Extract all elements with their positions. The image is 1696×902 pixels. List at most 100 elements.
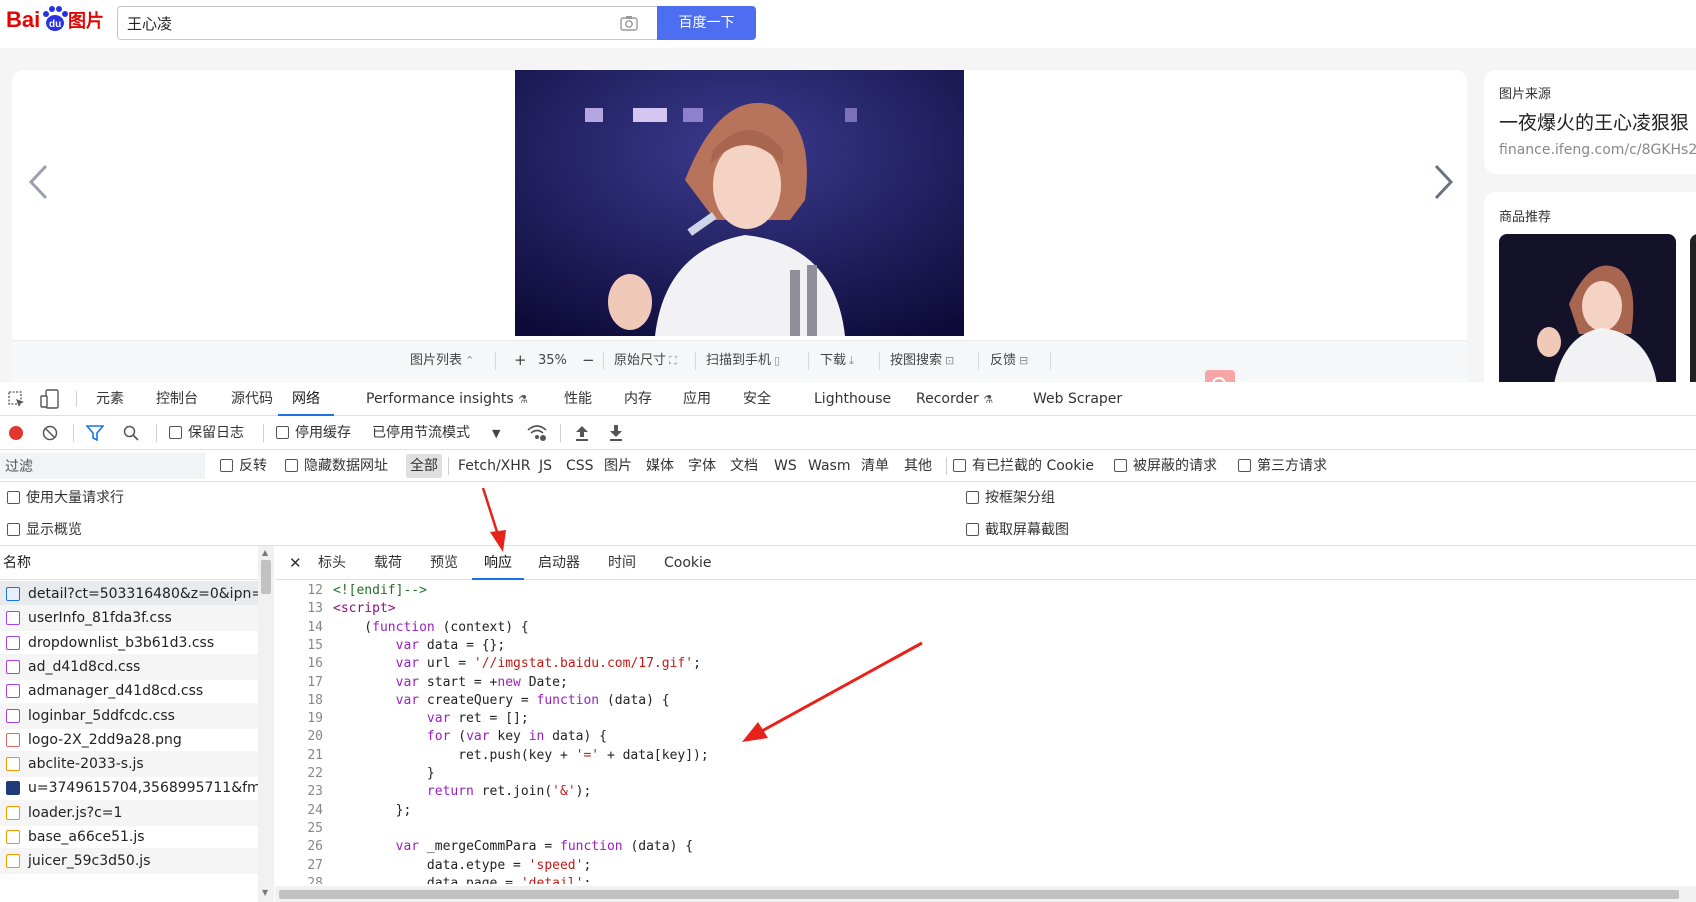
request-row[interactable]: userInfo_81fda3f.css	[0, 605, 258, 632]
checkbox[interactable]	[7, 523, 20, 536]
close-icon[interactable]: ✕	[289, 546, 302, 580]
checkbox[interactable]	[966, 491, 979, 504]
name-column-header[interactable]: 名称	[0, 546, 258, 580]
checkbox[interactable]	[953, 459, 966, 472]
scroll-up-icon[interactable]: ▲	[262, 548, 268, 557]
tab-lighthouse[interactable]: Lighthouse	[814, 382, 891, 416]
clear-icon[interactable]	[42, 425, 58, 441]
type-filter-js[interactable]: JS	[539, 450, 552, 482]
tab-preview[interactable]: 预览	[430, 546, 458, 580]
baidu-logo[interactable]: Bai du 图片	[6, 2, 110, 36]
source-url-link[interactable]: finance.ifeng.com/c/8GKHs29xD	[1499, 142, 1696, 158]
tab-memory[interactable]: 内存	[624, 382, 652, 416]
request-row[interactable]: abclite-2033-s.js	[0, 751, 258, 778]
blocked-cookies-checkbox[interactable]: 有已拦截的 Cookie	[953, 450, 1094, 482]
checkbox[interactable]	[966, 523, 979, 536]
type-filter-all[interactable]: 全部	[406, 454, 442, 478]
group-by-frame-checkbox[interactable]: 按框架分组	[966, 482, 1055, 514]
type-filter-css[interactable]: CSS	[566, 450, 594, 482]
search-icon[interactable]	[123, 425, 139, 441]
goods-thumbnail[interactable]	[1499, 234, 1676, 382]
request-row[interactable]: u=3749615704,3568995711&fm=...	[0, 775, 258, 801]
request-row[interactable]: logo-2X_2dd9a28.png	[0, 727, 258, 753]
zoom-out-button[interactable]: −	[582, 341, 595, 381]
type-filter-media[interactable]: 媒体	[646, 450, 674, 482]
disable-cache-checkbox[interactable]: 停用缓存	[276, 416, 351, 450]
tab-sources[interactable]: 源代码	[231, 382, 273, 416]
code-horizontal-scrollbar[interactable]	[275, 886, 1696, 902]
checkbox[interactable]	[285, 459, 298, 472]
capture-screenshots-checkbox[interactable]: 截取屏幕截图	[966, 514, 1069, 546]
tab-performance-insights[interactable]: Performance insights ⚗	[366, 382, 528, 416]
tab-security[interactable]: 安全	[743, 382, 771, 416]
image-list-button[interactable]: 图片列表 ⌃	[410, 341, 474, 381]
tab-network[interactable]: 网络	[278, 382, 334, 416]
request-list-scrollbar[interactable]: ▲ ▼	[258, 546, 274, 902]
checkbox[interactable]	[220, 459, 233, 472]
type-filter-other[interactable]: 其他	[904, 450, 932, 482]
scan-to-phone-button[interactable]: 扫描到手机 ▯	[706, 341, 780, 381]
tab-console[interactable]: 控制台	[156, 382, 198, 416]
original-size-button[interactable]: 原始尺寸 ⛶	[614, 341, 677, 381]
network-conditions-icon[interactable]	[526, 424, 548, 442]
download-button[interactable]: 下载 ⤓	[820, 341, 854, 381]
show-overview-checkbox[interactable]: 显示概览	[7, 514, 82, 546]
tab-web-scraper[interactable]: Web Scraper	[1033, 382, 1122, 416]
tab-elements[interactable]: 元素	[96, 382, 124, 416]
tab-response[interactable]: 响应	[472, 546, 524, 580]
type-filter-doc[interactable]: 文档	[730, 450, 758, 482]
download-icon[interactable]	[608, 424, 624, 442]
type-filter-manifest[interactable]: 清单	[861, 450, 889, 482]
main-photo[interactable]	[515, 70, 964, 336]
previous-arrow-icon[interactable]	[26, 162, 52, 202]
device-toolbar-icon[interactable]	[40, 389, 60, 409]
checkbox[interactable]	[1238, 459, 1251, 472]
inspect-element-icon[interactable]	[8, 391, 26, 409]
search-input[interactable]: 王心凌	[127, 13, 172, 34]
camera-icon[interactable]	[620, 15, 638, 31]
request-row[interactable]: admanager_d41d8cd.css	[0, 678, 258, 704]
record-icon[interactable]	[8, 425, 24, 441]
throttling-select[interactable]: 已停用节流模式 ▼	[372, 416, 500, 450]
goods-thumbnail-partial[interactable]	[1690, 234, 1696, 382]
next-arrow-icon[interactable]	[1430, 162, 1456, 202]
request-row[interactable]: detail?ct=503316480&z=0&ipn=f...	[0, 581, 258, 607]
checkbox[interactable]	[7, 491, 20, 504]
blocked-requests-checkbox[interactable]: 被屏蔽的请求	[1114, 450, 1217, 482]
source-title-link[interactable]: 一夜爆火的王心凌狠狠	[1499, 108, 1689, 135]
request-row[interactable]: base_a66ce51.js	[0, 824, 258, 850]
scrollbar-thumb[interactable]	[261, 560, 271, 594]
feedback-button[interactable]: 反馈 ⊟	[990, 341, 1028, 381]
tab-initiator[interactable]: 启动器	[538, 546, 580, 580]
checkbox[interactable]	[1114, 459, 1127, 472]
tab-payload[interactable]: 载荷	[374, 546, 402, 580]
hide-data-urls-checkbox[interactable]: 隐藏数据网址	[285, 450, 388, 482]
type-filter-wasm[interactable]: Wasm	[808, 450, 850, 482]
type-filter-font[interactable]: 字体	[688, 450, 716, 482]
third-party-checkbox[interactable]: 第三方请求	[1238, 450, 1327, 482]
tab-timing[interactable]: 时间	[608, 546, 636, 580]
checkbox[interactable]	[276, 426, 289, 439]
response-code-view[interactable]: 12 <![endif]--> 13 <script> 14 (function (co…	[275, 582, 1696, 884]
request-row[interactable]: dropdownlist_b3b61d3.css	[0, 630, 258, 656]
tab-headers[interactable]: 标头	[318, 546, 346, 580]
scroll-down-icon[interactable]: ▼	[262, 888, 268, 897]
filter-input[interactable]: 过滤	[0, 453, 205, 479]
preserve-log-checkbox[interactable]: 保留日志	[169, 416, 244, 450]
invert-checkbox[interactable]: 反转	[220, 450, 267, 482]
checkbox[interactable]	[169, 426, 182, 439]
tab-performance[interactable]: 性能	[564, 382, 592, 416]
search-box[interactable]: 王心凌	[117, 6, 657, 40]
search-button[interactable]: 百度一下	[657, 6, 756, 40]
type-filter-fetch-xhr[interactable]: Fetch/XHR	[458, 450, 531, 482]
filter-icon[interactable]	[86, 425, 104, 441]
zoom-in-button[interactable]: +	[514, 341, 527, 381]
tab-application[interactable]: 应用	[683, 382, 711, 416]
type-filter-ws[interactable]: WS	[774, 450, 797, 482]
request-row[interactable]: juicer_59c3d50.js	[0, 848, 258, 875]
tab-recorder[interactable]: Recorder ⚗	[916, 382, 993, 416]
search-by-image-button[interactable]: 按图搜索 ⊡	[890, 341, 954, 381]
request-row[interactable]: ad_d41d8cd.css	[0, 653, 258, 680]
upload-icon[interactable]	[574, 424, 590, 442]
request-row[interactable]: loginbar_5ddfcdc.css	[0, 702, 258, 729]
